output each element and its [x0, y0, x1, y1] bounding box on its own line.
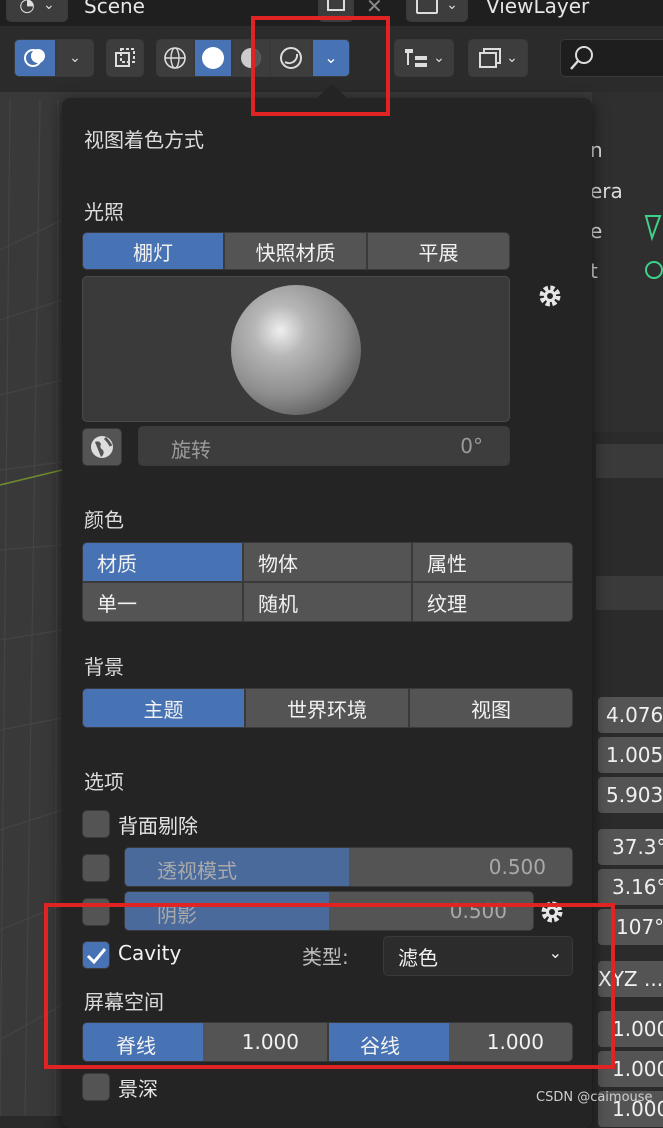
lighting-label: 光照 — [84, 200, 124, 224]
watermark-text: CSDN @caimouse — [536, 1090, 653, 1105]
color-random-button[interactable]: 随机 — [243, 582, 412, 622]
properties-header — [596, 444, 663, 478]
xray-label: 透视模式 — [157, 859, 237, 883]
scene-name[interactable]: Scene — [84, 0, 145, 18]
color-single-button[interactable]: 单一 — [82, 582, 243, 622]
xray-toggle-button[interactable] — [106, 39, 144, 77]
filter-button[interactable]: ⌄ — [468, 39, 528, 77]
color-attribute-button[interactable]: 属性 — [412, 542, 573, 582]
chevron-down-icon: ⌄ — [506, 50, 518, 66]
location-z-field[interactable]: 5.903 — [598, 777, 663, 813]
backface-culling-label: 背面剔除 — [118, 814, 198, 838]
options-label: 选项 — [84, 770, 124, 794]
scene-icon: ◔ — [19, 0, 35, 16]
depth-of-field-checkbox[interactable] — [82, 1073, 110, 1101]
lighting-matcap-button[interactable]: 快照材质 — [224, 232, 367, 270]
overlays-toggle-button[interactable] — [14, 39, 56, 77]
solid-shading-button[interactable] — [194, 39, 232, 77]
wireframe-shading-button[interactable] — [156, 39, 194, 77]
background-world-button[interactable]: 世界环境 — [245, 688, 409, 728]
search-icon — [570, 46, 593, 70]
rotation-label: 旋转 — [171, 438, 211, 462]
outliner-search-input[interactable] — [560, 39, 663, 77]
location-x-field[interactable]: 4.076 — [598, 697, 663, 733]
image-stack-icon — [416, 0, 439, 14]
wireframe-sphere-icon — [164, 47, 186, 69]
popover-title: 视图着色方式 — [84, 128, 204, 152]
background-theme-button[interactable]: 主题 — [82, 688, 245, 728]
backface-culling-checkbox[interactable] — [82, 810, 110, 838]
xray-checkbox[interactable] — [82, 854, 110, 882]
background-viewport-button[interactable]: 视图 — [409, 688, 573, 728]
xray-value: 0.500 — [488, 855, 546, 879]
chevron-down-icon: ⌄ — [69, 50, 81, 66]
color-label: 颜色 — [84, 508, 124, 532]
lighting-rotation-field[interactable]: 旋转 0° — [138, 426, 510, 466]
chevron-down-icon: ⌄ — [42, 0, 55, 13]
xray-alpha-slider[interactable]: 透视模式 0.500 — [124, 847, 573, 887]
color-material-button[interactable]: 材质 — [82, 542, 243, 582]
rotation-x-field[interactable]: 37.3° — [598, 829, 663, 865]
location-y-field[interactable]: 1.005 — [598, 737, 663, 773]
scene-selector-button[interactable]: ◔ ⌄ — [6, 0, 68, 22]
globe-icon — [91, 436, 113, 458]
color-texture-button[interactable]: 纹理 — [412, 582, 573, 622]
outliner-display-mode-button[interactable]: ⌄ — [394, 39, 454, 77]
solid-sphere-icon — [202, 47, 224, 69]
background-label: 背景 — [84, 655, 124, 679]
chevron-down-icon: ⌄ — [446, 0, 458, 13]
image-stack-icon — [479, 48, 502, 68]
depth-of-field-label: 景深 — [118, 1077, 158, 1101]
chevron-down-icon: ⌄ — [433, 50, 445, 66]
color-object-button[interactable]: 物体 — [243, 542, 412, 582]
gear-icon[interactable] — [536, 282, 564, 310]
view-layer-selector-button[interactable]: ⌄ — [406, 0, 468, 22]
overlays-icon — [24, 49, 45, 67]
lighting-studio-button[interactable]: 棚灯 — [82, 232, 224, 270]
camera-light-icon — [644, 215, 663, 279]
annotation-highlight-box — [251, 16, 390, 116]
lighting-flat-button[interactable]: 平展 — [367, 232, 510, 270]
sphere-preview-image — [231, 285, 361, 415]
xray-icon — [115, 48, 135, 67]
studio-light-preview[interactable] — [82, 276, 510, 422]
properties-subheader — [596, 576, 663, 610]
world-space-lighting-toggle[interactable] — [82, 428, 122, 466]
outliner-tree-icon — [405, 49, 428, 67]
annotation-highlight-box — [44, 903, 615, 1069]
outliner-item-fragment[interactable]: era — [590, 179, 623, 203]
view-layer-name[interactable]: ViewLayer — [486, 0, 589, 18]
rotation-y-field[interactable]: 3.16° — [598, 869, 663, 905]
rotation-value: 0° — [460, 434, 483, 458]
overlays-dropdown-button[interactable]: ⌄ — [56, 39, 94, 77]
